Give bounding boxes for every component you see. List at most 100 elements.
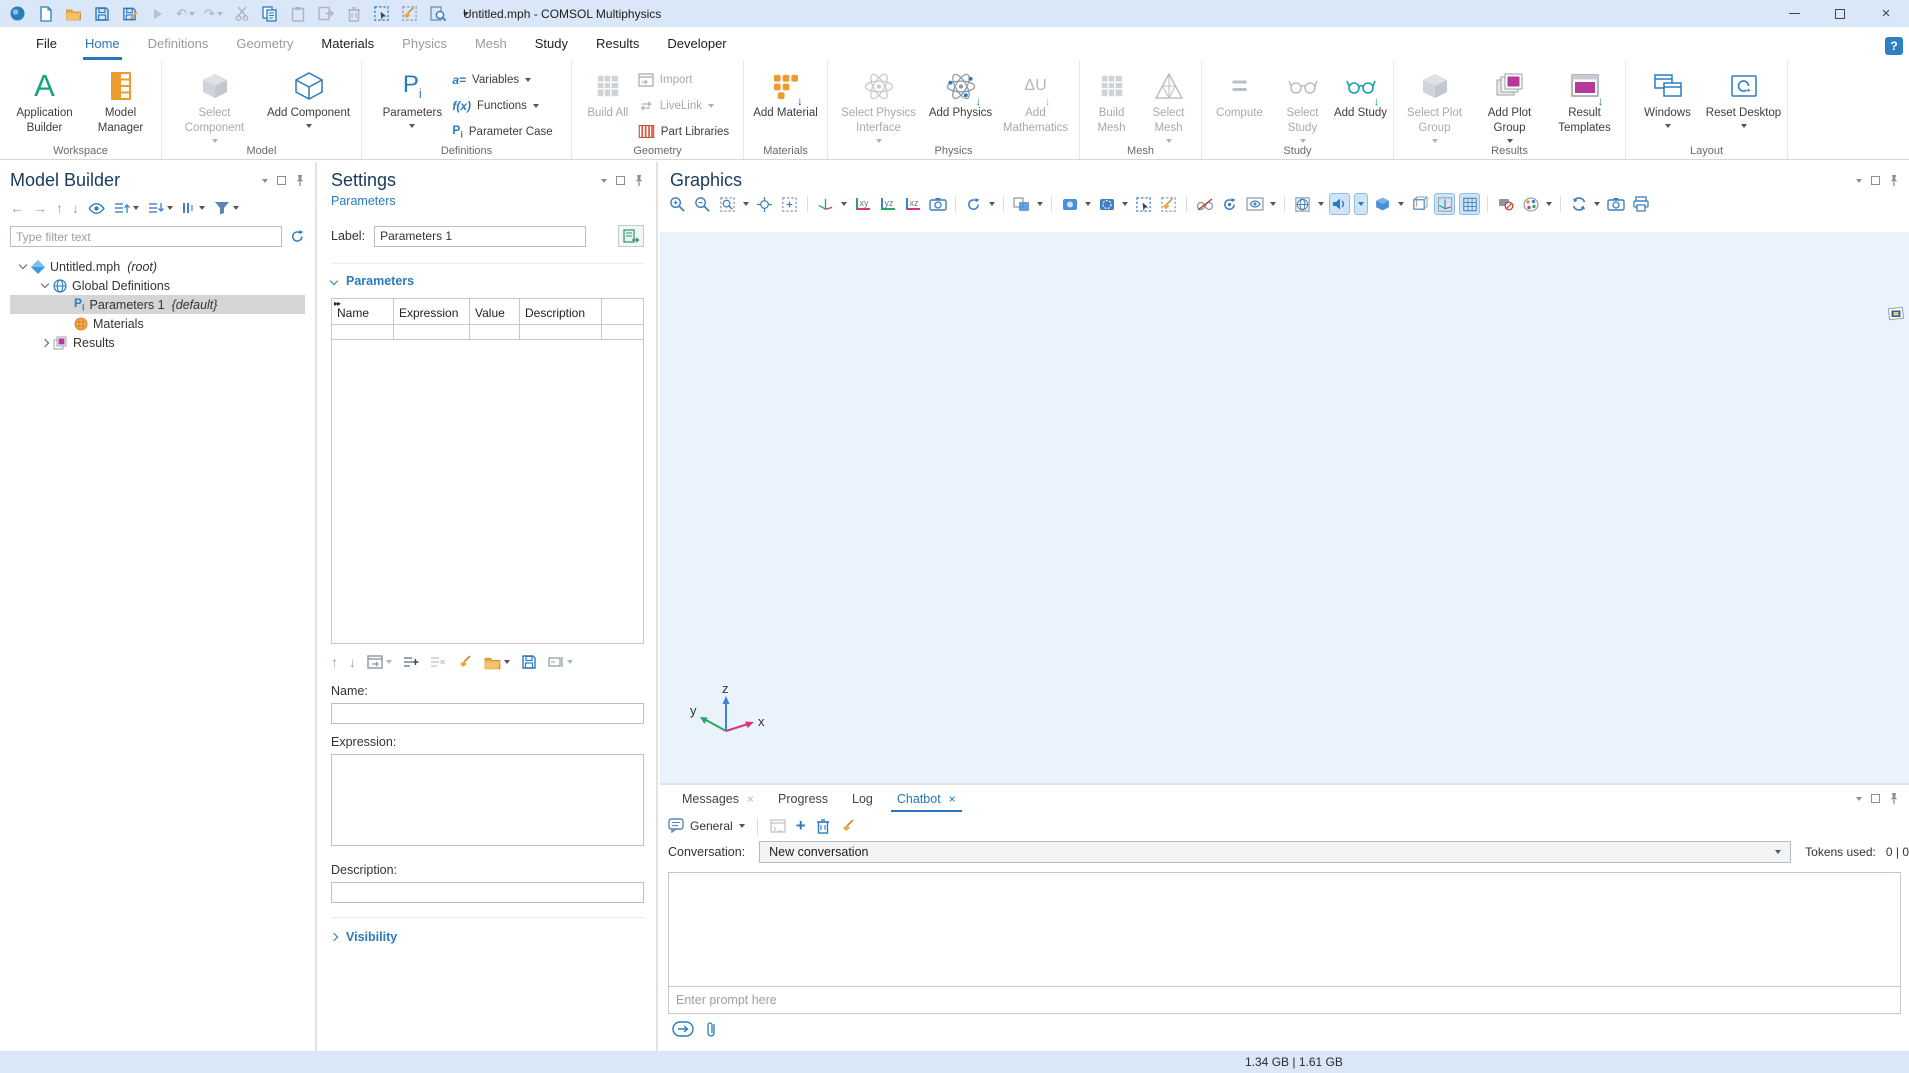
view-yz-button[interactable]: yz (878, 194, 897, 214)
save-button[interactable] (93, 5, 110, 22)
graphics-side-toggle-button[interactable] (1887, 306, 1905, 322)
view-unhidden-button[interactable] (1220, 194, 1239, 214)
delete-conversation-button[interactable] (816, 818, 830, 834)
rotate-caret[interactable] (989, 202, 995, 206)
functions-button[interactable]: f(x) Functions (448, 94, 556, 117)
tree-node-parameters[interactable]: Pi Parameters 1 {default} (10, 295, 305, 314)
send-prompt-button[interactable] (672, 1021, 694, 1037)
chat-mode-button[interactable]: General (668, 818, 745, 833)
tab-study[interactable]: Study (521, 27, 582, 60)
orthographic-button[interactable] (1410, 194, 1429, 214)
help-button[interactable]: ? (1885, 37, 1903, 55)
select-mesh-button[interactable]: Select Mesh (1140, 62, 1198, 143)
wireframe-caret[interactable] (1318, 202, 1324, 206)
find-button[interactable] (429, 5, 446, 22)
collapse-chevron-icon[interactable] (41, 338, 49, 346)
zoom-extents-button[interactable] (755, 194, 774, 214)
add-study-button[interactable]: ↓ Add Study (1333, 62, 1389, 143)
go-to-view-caret[interactable] (841, 202, 847, 206)
prompt-input[interactable]: Enter prompt here (668, 986, 1901, 1014)
refresh-filter-icon[interactable] (290, 229, 305, 244)
pin-icon[interactable] (1889, 792, 1899, 805)
delete-row-button[interactable] (430, 655, 446, 669)
panel-menu-icon[interactable] (1856, 179, 1862, 183)
projection-button[interactable] (928, 194, 947, 214)
hide-objects-button[interactable] (1195, 194, 1214, 214)
clear-table-button[interactable] (457, 654, 473, 670)
zoom-to-selection-button[interactable] (780, 194, 799, 214)
select-study-button[interactable]: Select Study (1273, 62, 1333, 143)
view-xy-button[interactable]: xy (853, 194, 872, 214)
column-header-value[interactable]: Value (470, 299, 520, 324)
move-to-button[interactable] (367, 655, 392, 669)
panel-menu-icon[interactable] (1856, 797, 1862, 801)
sound-button[interactable] (1330, 194, 1349, 214)
close-tab-icon[interactable]: × (747, 792, 754, 806)
select-plot-group-button[interactable]: Select Plot Group (1396, 62, 1474, 143)
column-header-expression[interactable]: Expression (394, 299, 470, 324)
move-up-button[interactable]: ↑ (56, 200, 63, 216)
scene-appearance-button[interactable] (1373, 194, 1392, 214)
name-input[interactable] (331, 703, 644, 724)
float-panel-icon[interactable] (1871, 176, 1880, 185)
show-grid-button[interactable] (1460, 194, 1479, 214)
scene-light-caret[interactable] (1085, 202, 1091, 206)
tab-file[interactable]: File (22, 27, 71, 60)
update-caret[interactable] (1594, 202, 1600, 206)
collapse-button[interactable] (148, 201, 173, 215)
parameter-widget-button[interactable] (548, 656, 573, 668)
add-physics-button[interactable]: ↓ Add Physics (929, 62, 993, 143)
zoom-box-caret[interactable] (743, 202, 749, 206)
back-button[interactable]: ← (10, 200, 24, 216)
undo-button[interactable]: ↶ (177, 5, 194, 22)
expression-input[interactable] (331, 754, 644, 846)
run-button[interactable] (149, 5, 166, 22)
add-component-button[interactable]: Add Component (262, 62, 356, 143)
description-input[interactable] (331, 882, 644, 903)
save-to-file-button[interactable] (521, 654, 537, 670)
expand-chevron-icon[interactable] (19, 261, 27, 269)
tab-results[interactable]: Results (582, 27, 653, 60)
tree-node-root[interactable]: Untitled.mph (root) (10, 257, 305, 276)
tab-progress[interactable]: Progress (766, 785, 840, 812)
parameters-table[interactable]: ▸▸ Name Expression Value Description (331, 298, 644, 644)
scene-appearance-caret[interactable] (1398, 202, 1404, 206)
pin-icon[interactable] (1889, 174, 1899, 187)
move-up-button[interactable]: ↑ (331, 654, 338, 670)
select-physics-interface-button[interactable]: Select Physics Interface (829, 62, 929, 143)
minimize-button[interactable] (1771, 0, 1817, 27)
maximize-button[interactable] (1817, 0, 1863, 27)
table-arrows-icon[interactable]: ▸▸ (334, 299, 340, 308)
view-xz-button[interactable]: xz (903, 194, 922, 214)
panel-menu-icon[interactable] (601, 179, 607, 183)
scene-light-button[interactable] (1060, 194, 1079, 214)
pin-icon[interactable] (295, 174, 305, 187)
tab-mesh[interactable]: Mesh (461, 27, 521, 60)
float-panel-icon[interactable] (616, 176, 625, 185)
build-mesh-button[interactable]: Build Mesh (1084, 62, 1140, 143)
reset-desktop-button[interactable]: Reset Desktop (1705, 62, 1783, 128)
new-file-button[interactable] (37, 5, 54, 22)
move-down-button[interactable]: ↓ (72, 200, 79, 216)
close-tab-icon[interactable]: × (949, 792, 956, 806)
column-header-name[interactable]: Name (332, 299, 394, 324)
update-button[interactable] (1569, 194, 1588, 214)
conversation-select[interactable]: New conversation (759, 841, 1791, 863)
application-builder-button[interactable]: A Application Builder (5, 62, 85, 136)
graphics-canvas[interactable]: z y x (660, 232, 1909, 783)
attach-file-button[interactable] (706, 1021, 716, 1037)
color-theme-caret[interactable] (1546, 202, 1552, 206)
deselect-box-button[interactable] (1159, 194, 1178, 214)
rename-button[interactable] (618, 225, 644, 247)
tab-home[interactable]: Home (71, 27, 134, 60)
result-templates-button[interactable]: ↓ Result Templates (1546, 62, 1624, 143)
float-panel-icon[interactable] (1871, 794, 1880, 803)
copy-button[interactable] (261, 5, 278, 22)
print-button[interactable] (1631, 194, 1650, 214)
paste-button[interactable] (289, 5, 306, 22)
load-from-file-button[interactable] (484, 655, 510, 670)
visibility-section-header[interactable]: Visibility (331, 917, 644, 944)
float-panel-icon[interactable] (277, 176, 286, 185)
save-as-button[interactable] (121, 5, 138, 22)
add-row-button[interactable] (403, 655, 419, 669)
